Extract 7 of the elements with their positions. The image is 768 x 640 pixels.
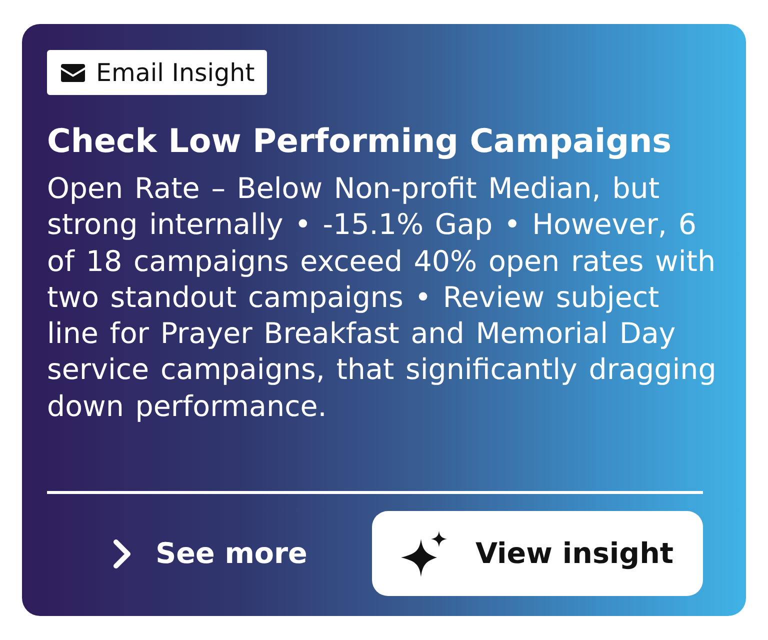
see-more-button[interactable]: See more [47, 526, 372, 582]
chevron-right-icon [112, 538, 132, 570]
insight-description: Open Rate – Below Non-profit Median, but strong internally • -15.1% Gap • However, 6 of 18 campaigns exceed 40% open rates with two standout campaigns • Review subject line for Prayer Breakfast and Memorial Day service campaigns, that significantly dragging down performance. [47, 171, 718, 425]
badge-label: Email Insight [96, 58, 255, 87]
view-insight-button[interactable]: View insight [372, 511, 703, 596]
card-title: Check Low Performing Campaigns [47, 121, 672, 161]
mail-icon [61, 64, 85, 82]
